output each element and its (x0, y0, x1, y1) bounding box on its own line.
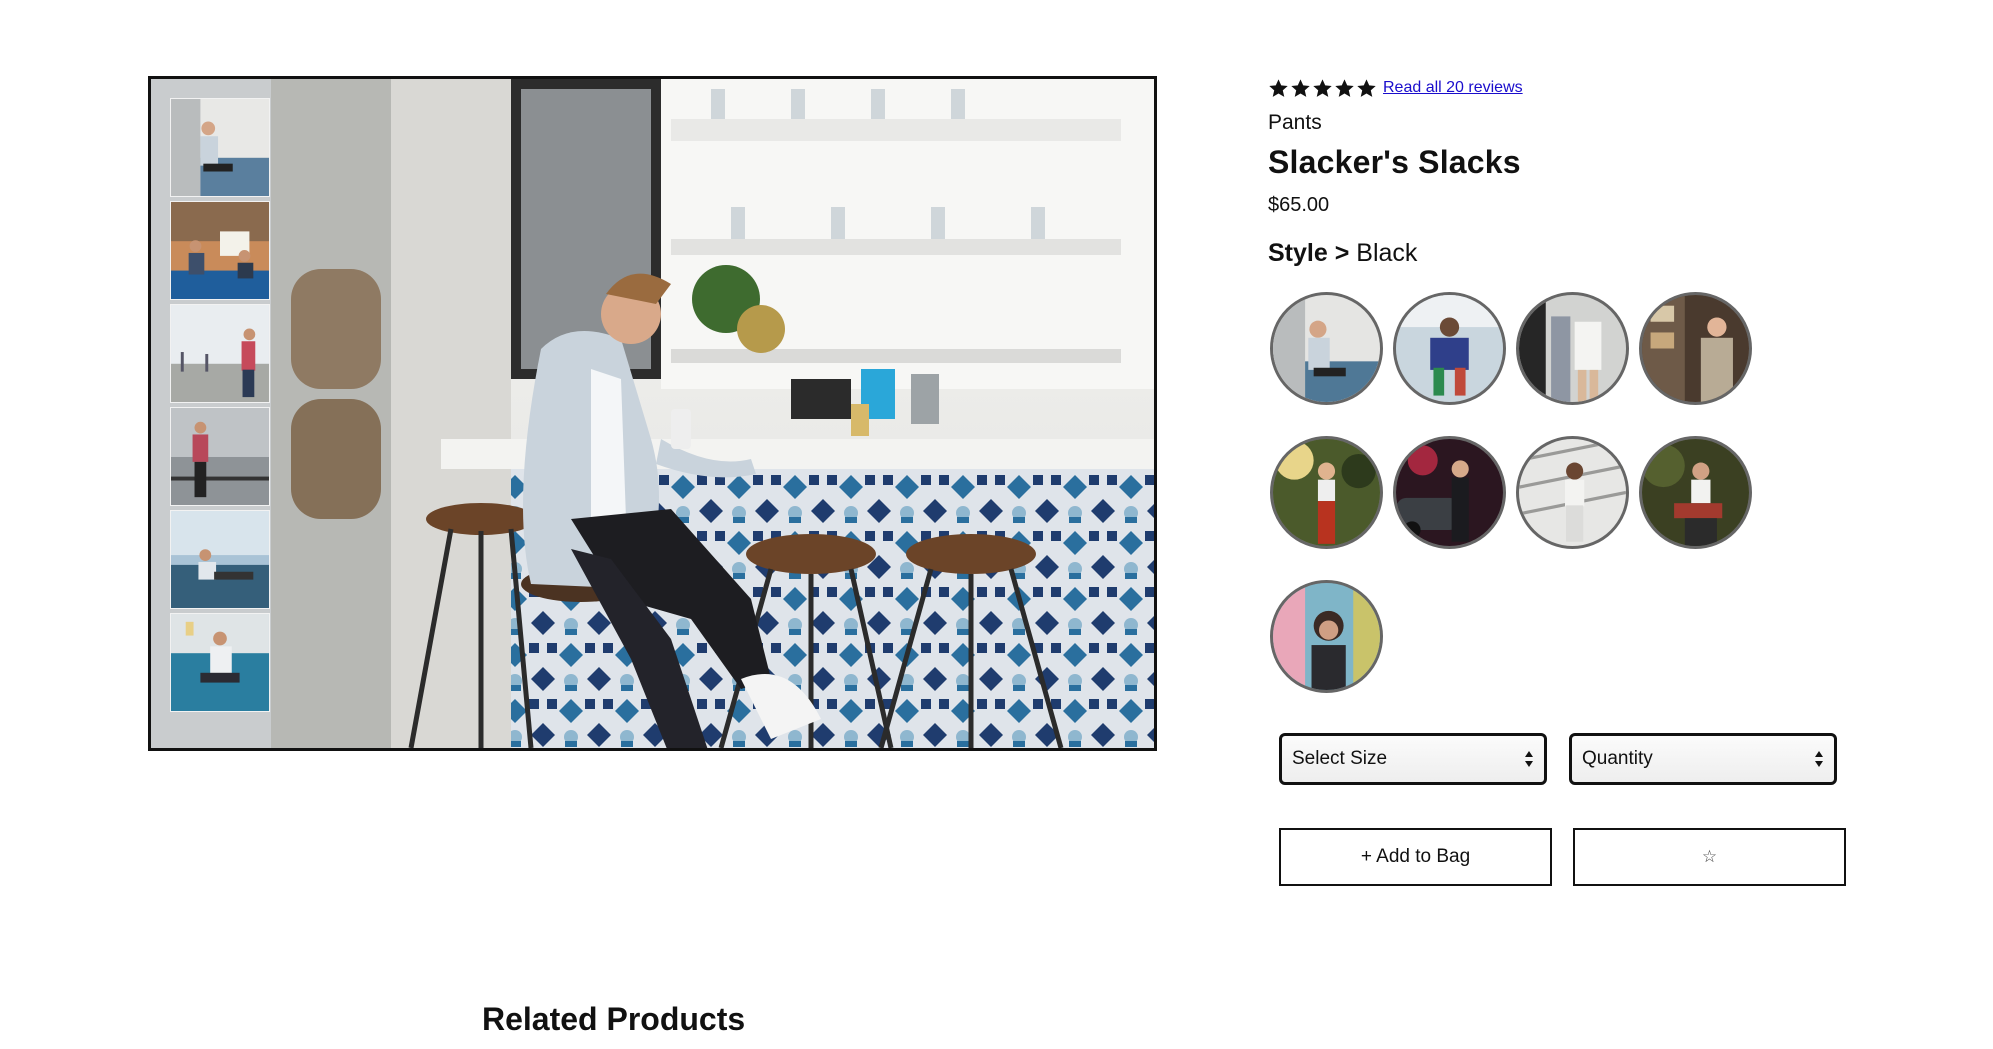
select-arrows-icon (1815, 751, 1823, 767)
star-icon (1335, 78, 1354, 97)
thumbnail-6[interactable] (170, 613, 270, 712)
thumbnail-1[interactable] (170, 98, 270, 197)
photo-man-on-rooftop-icon (171, 305, 269, 402)
style-swatch-7[interactable] (1516, 436, 1629, 549)
style-swatch-1[interactable] (1270, 292, 1383, 405)
style-photo-6-icon (1396, 439, 1503, 546)
style-label: Style > (1268, 239, 1350, 267)
quantity-select-value: Quantity (1582, 748, 1653, 769)
style-photo-8-icon (1642, 439, 1749, 546)
product-title: Slacker's Slacks (1268, 144, 1521, 180)
read-reviews-link[interactable]: Read all 20 reviews (1383, 79, 1523, 97)
photo-man-on-couch-icon (171, 511, 269, 608)
style-value: Black (1356, 239, 1418, 267)
photo-man-on-balcony-icon (171, 408, 269, 505)
style-swatch-5[interactable] (1270, 436, 1383, 549)
related-products-heading: Related Products (482, 1001, 746, 1037)
star-icon (1291, 78, 1310, 97)
thumbnail-strip (170, 98, 270, 712)
photo-men-in-office-icon (171, 202, 269, 299)
style-swatch-8[interactable] (1639, 436, 1752, 549)
style-photo-2-icon (1396, 295, 1503, 402)
thumbnail-3[interactable] (170, 304, 270, 403)
style-photo-9-icon (1273, 583, 1380, 690)
select-arrows-icon (1525, 751, 1533, 767)
thumbnail-4[interactable] (170, 407, 270, 506)
add-to-bag-button[interactable]: + Add to Bag (1279, 828, 1552, 886)
style-swatch-3[interactable] (1516, 292, 1629, 405)
style-swatch-2[interactable] (1393, 292, 1506, 405)
style-photo-7-icon (1519, 439, 1626, 546)
style-photo-4-icon (1642, 295, 1749, 402)
star-rating (1268, 78, 1377, 99)
style-photo-5-icon (1273, 439, 1380, 546)
thumbnail-5[interactable] (170, 510, 270, 609)
photo-man-on-blue-sofa-icon (171, 614, 269, 711)
style-swatch-4[interactable] (1639, 292, 1752, 405)
product-info: Read all 20 reviews Pants Slacker's Slac… (1268, 76, 1868, 267)
style-swatch-6[interactable] (1393, 436, 1506, 549)
style-swatch-9[interactable] (1270, 580, 1383, 693)
product-price: $65.00 (1268, 194, 1330, 216)
photo-man-at-bar-icon (171, 99, 269, 196)
main-photo (151, 79, 1154, 748)
size-select[interactable]: Select Size (1279, 733, 1547, 785)
product-category: Pants (1268, 111, 1322, 134)
favorite-button[interactable]: ☆ (1573, 828, 1846, 886)
thumbnail-2[interactable] (170, 201, 270, 300)
star-icon (1357, 78, 1376, 97)
quantity-select[interactable]: Quantity (1569, 733, 1837, 785)
star-icon (1313, 78, 1332, 97)
star-icon (1269, 78, 1288, 97)
rating-row: Read all 20 reviews (1268, 76, 1868, 100)
style-photo-3-icon (1519, 295, 1626, 402)
style-photo-1-icon (1273, 295, 1380, 402)
selected-style: Style > Black (1268, 239, 1417, 268)
main-product-image[interactable] (148, 76, 1157, 751)
size-select-value: Select Size (1292, 748, 1388, 769)
